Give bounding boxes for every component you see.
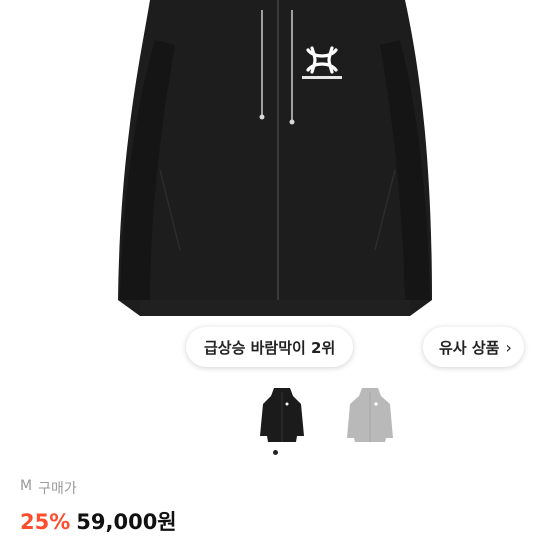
gray-hoodie-thumbnail[interactable]	[333, 380, 407, 450]
pager-dot-active[interactable]	[273, 450, 278, 455]
ranking-chip-label: 급상승 바람막이 2위	[204, 338, 336, 357]
image-pager	[273, 450, 278, 455]
discount-rate: 25%	[20, 510, 71, 534]
price-type-label: 구매가	[38, 481, 77, 497]
similar-products-label: 유사 상품	[439, 338, 500, 357]
size-label: M	[20, 478, 33, 494]
thumbnail-strip	[245, 380, 407, 450]
gray-hoodie-thumbnail-image	[347, 388, 393, 442]
product-main-image[interactable]	[0, 0, 555, 320]
size-price-type-line: M 구매가	[20, 478, 77, 498]
black-jacket-thumbnail-image	[260, 388, 304, 442]
ranking-chip[interactable]: 급상승 바람막이 2위	[186, 327, 354, 367]
jacket-photo	[118, 0, 432, 316]
chevron-right-icon: ›	[505, 337, 512, 357]
black-jacket-thumbnail[interactable]	[245, 380, 319, 450]
price-value: 59,000원	[76, 510, 177, 534]
price-line: 25% 59,000원	[20, 506, 177, 536]
similar-products-button[interactable]: 유사 상품 ›	[423, 327, 524, 367]
